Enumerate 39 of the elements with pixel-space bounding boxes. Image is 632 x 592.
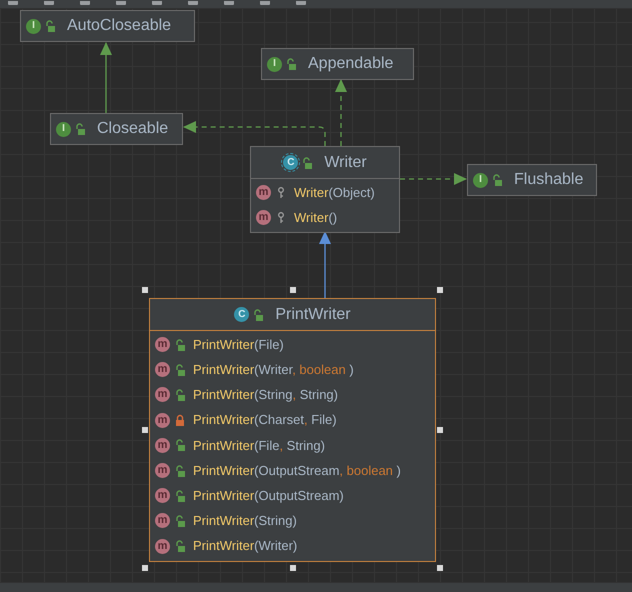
type-badge-icon: I (26, 18, 41, 34)
method-signature: PrintWriter(String, String) (193, 386, 338, 404)
method-badge-icon: m (155, 438, 170, 453)
class-node[interactable]: I Appendable (261, 48, 414, 80)
method-badge-icon: m (256, 185, 271, 200)
class-node[interactable]: I Closeable (50, 113, 183, 145)
method-badge-icon: m (155, 488, 170, 504)
class-node[interactable]: I Flushable (467, 164, 597, 196)
type-badge-icon: I (56, 122, 71, 136)
class-name: PrintWriter (275, 304, 351, 324)
method-badge-icon: m (256, 210, 271, 226)
method-signature: PrintWriter(File, String) (193, 436, 325, 455)
method-signature: Writer(Object) (294, 184, 375, 202)
class-name: Closeable (97, 119, 168, 139)
type-badge-icon: I (473, 172, 488, 188)
class-name: Flushable (514, 170, 584, 190)
class-node[interactable]: I AutoCloseable (20, 10, 195, 42)
method-signature: PrintWriter(Charset, File) (193, 411, 337, 430)
method-badge-icon: m (155, 463, 170, 478)
class-name: AutoCloseable (67, 16, 172, 36)
method-signature: PrintWriter(Writer) (193, 537, 298, 556)
method-signature: PrintWriter(Writer, boolean ) (193, 361, 354, 380)
method-badge-icon: m (155, 538, 170, 554)
method-signature: PrintWriter(String) (193, 512, 297, 530)
method-badge-icon: m (155, 387, 170, 402)
method-badge-icon: m (155, 412, 170, 428)
class-node[interactable]: C Writer m Writer(Object) m Writer() (250, 146, 400, 234)
method-signature: PrintWriter(File) (193, 336, 284, 354)
method-signature: PrintWriter(OutputStream, boolean ) (193, 462, 401, 480)
type-badge-icon: I (267, 56, 282, 72)
method-badge-icon: m (155, 362, 170, 378)
method-signature: PrintWriter(OutputStream) (193, 486, 344, 505)
class-name: Writer (324, 152, 367, 172)
type-badge-icon: C (234, 307, 250, 322)
class-name: Appendable (308, 54, 394, 74)
method-badge-icon: m (155, 513, 170, 528)
method-signature: Writer() (294, 209, 338, 228)
method-badge-icon: m (155, 337, 170, 352)
type-badge-icon: C (283, 155, 298, 170)
